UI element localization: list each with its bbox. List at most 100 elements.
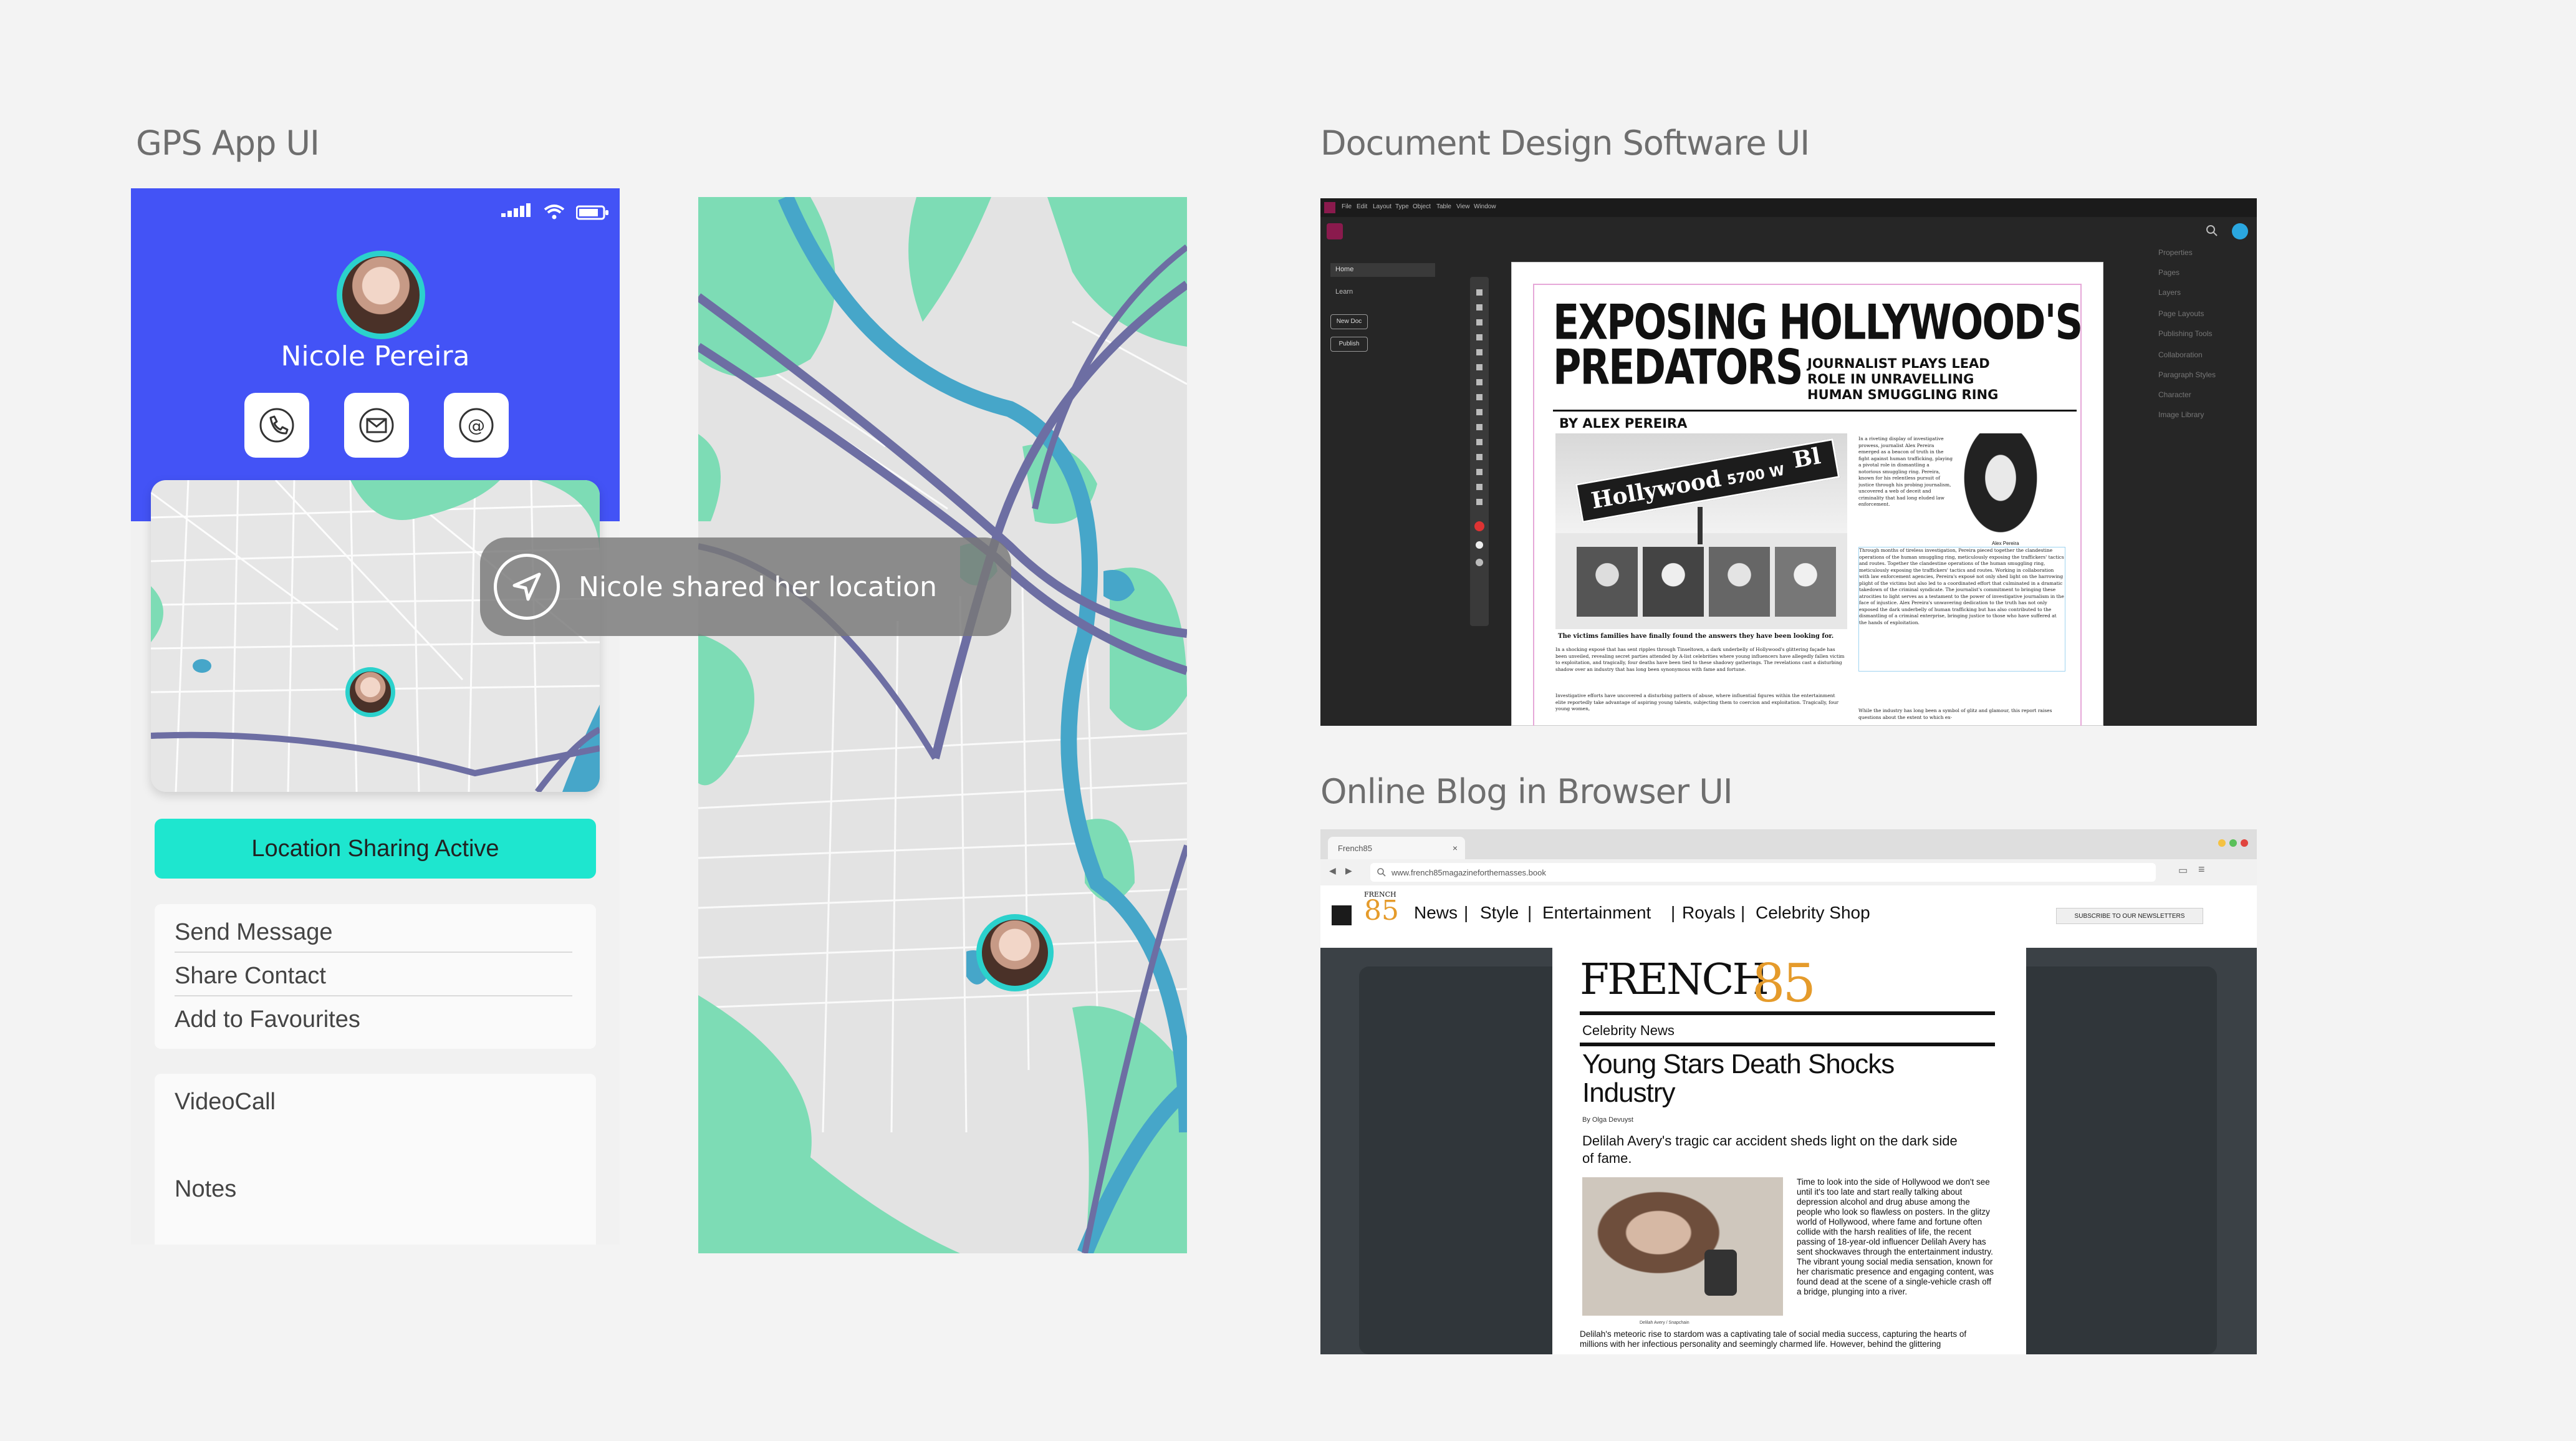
gps-section-title: GPS App UI [136,123,320,163]
nav-learn[interactable]: Learn [1335,288,1353,296]
nav-celebrity-shop[interactable]: Celebrity Shop [1756,903,1870,923]
browser-tab[interactable]: French85 × [1328,837,1465,859]
headline-rule [1553,410,2077,412]
menu-icon[interactable]: ≡ [2198,863,2205,876]
browser-window: French85 × ◀ ▶ ▭ ≡ www.french85magazinef… [1320,829,2257,1354]
article-column-top[interactable]: In a riveting display of investigative p… [1858,436,1953,544]
menu-item-videocall[interactable]: VideoCall [175,1089,276,1116]
menu-layout[interactable]: Layout [1373,203,1391,210]
panel-paragraph-styles[interactable]: Paragraph Styles [2158,370,2216,379]
blog-article: FRENCH 85 Celebrity News Young Stars Dea… [1552,943,2026,1354]
contact-avatar[interactable] [337,251,425,339]
menu-item-add-favourites[interactable]: Add to Favourites [175,1006,360,1033]
masthead-word: FRENCH [1580,955,1769,1005]
nav-news[interactable]: News [1414,903,1458,923]
minimize-window-icon[interactable] [2218,839,2226,847]
portrait-caption: Alex Pereira [1992,541,2019,546]
publish-button[interactable]: Publish [1330,337,1368,352]
app-logo-icon [1324,202,1335,213]
new-doc-button[interactable]: New Doc [1330,314,1368,329]
tools-panel [1470,277,1489,626]
menu-item-notes[interactable]: Notes [175,1176,236,1203]
status-bar [501,203,610,220]
article-column-right[interactable]: Through months of tireless investigation… [1858,547,2065,672]
article-photo[interactable] [1582,1177,1783,1316]
article-title: Young Stars Death Shocks Industry [1582,1049,1895,1108]
mini-location-map[interactable] [151,480,600,792]
close-window-icon[interactable] [2241,839,2248,847]
doc-byline: BY ALEX PEREIRA [1559,416,1688,431]
address-bar[interactable]: www.french85magazineforthemasses.book [1370,863,2156,882]
maximize-window-icon[interactable] [2229,839,2237,847]
menu-file[interactable]: File [1342,203,1352,210]
doc-deck[interactable]: JOURNALIST PLAYS LEAD ROLE IN UNRAVELLIN… [1807,356,1998,403]
article-category[interactable]: Celebrity News [1582,1023,1675,1039]
newsletter-button[interactable]: SUBSCRIBE TO OUR NEWSLETTERS [2056,908,2203,924]
back-icon[interactable]: ◀ [1329,865,1336,876]
battery-icon [576,205,608,220]
location-shared-toast[interactable]: Nicole shared her location [480,537,1011,636]
main-photo-frame[interactable]: Hollywood 5700 W Bl [1555,433,1847,629]
menu-type[interactable]: Type [1395,203,1409,210]
map-user-marker[interactable] [976,914,1054,991]
panel-collaboration[interactable]: Collaboration [2158,350,2203,359]
menu-item-share-contact[interactable]: Share Contact [175,963,326,990]
menu-divider [175,995,572,996]
hamburger-menu-icon[interactable] [1332,905,1352,925]
nav-royals[interactable]: Royals [1682,903,1736,923]
doc-headline-line2[interactable]: PREDATORS [1553,339,1804,395]
mini-map-user-marker[interactable] [345,667,395,717]
panel-character[interactable]: Character [2158,390,2191,399]
panel-properties[interactable]: Properties [2158,248,2193,257]
user-avatar[interactable] [2232,223,2248,239]
site-logo[interactable]: FRENCH 85 [1364,890,1403,925]
call-button[interactable] [244,393,309,458]
panel-layers[interactable]: Layers [2158,288,2181,297]
photo-caption: The victims families have finally found … [1558,633,1834,640]
panel-publishing-tools[interactable]: Publishing Tools [2158,329,2213,338]
panel-image-library[interactable]: Image Library [2158,410,2204,419]
article-column-left-2[interactable]: Investigative efforts have uncovered a d… [1555,693,1846,726]
search-icon[interactable] [2206,224,2218,237]
article-column-bottom-right[interactable]: While the industry has long been a symbo… [1858,708,2065,726]
menu-object[interactable]: Object [1413,203,1431,210]
nav-divider: | [1464,903,1469,922]
article-column-left[interactable]: In a shocking exposé that has sent rippl… [1555,647,1846,690]
message-button[interactable] [344,393,409,458]
nav-entertainment[interactable]: Entertainment [1542,903,1651,923]
location-sharing-button[interactable]: Location Sharing Active [155,819,596,879]
properties-panel: Properties Pages Layers Page Layouts Pub… [2150,248,2257,726]
email-button[interactable]: @ [444,393,509,458]
article-photo-caption: Delilah Avery / Snapchain [1640,1321,1689,1325]
gps-phone-screen: Nicole Pereira @ Location Sharing Active… [131,188,620,1245]
victim-photo-4 [1775,547,1836,617]
forward-icon[interactable]: ▶ [1345,865,1352,876]
close-tab-icon[interactable]: × [1453,843,1458,853]
document-design-app: File Edit Layout Type Object Table View … [1320,198,2257,726]
document-page[interactable]: EXPOSING HOLLYWOOD'S PREDATORS JOURNALIS… [1511,262,2103,726]
extensions-icon[interactable]: ▭ [2178,864,2188,877]
category-rule [1580,1043,1995,1046]
sign-pole [1698,507,1703,544]
full-map-graphic [698,197,1187,1253]
phone-icon [259,408,294,443]
address-search-icon [1377,868,1386,877]
menu-table[interactable]: Table [1436,203,1451,210]
menu-window[interactable]: Window [1474,203,1496,210]
panel-page-layouts[interactable]: Page Layouts [2158,309,2204,318]
panel-pages[interactable]: Pages [2158,268,2180,277]
full-location-map[interactable] [698,197,1187,1253]
navigation-arrow-icon [494,554,560,620]
home-icon[interactable] [1327,223,1343,239]
contact-actions-menu: Send Message Share Contact Add to Favour… [155,904,596,1049]
menu-item-send-message[interactable]: Send Message [175,919,333,946]
menu-view[interactable]: View [1456,203,1470,210]
envelope-icon [359,408,394,443]
doc-section-title: Document Design Software UI [1320,123,1810,163]
contact-name: Nicole Pereira [281,340,470,372]
nav-divider: | [1741,903,1746,922]
nav-home[interactable]: Home [1330,263,1435,277]
menu-edit[interactable]: Edit [1357,203,1367,210]
author-portrait[interactable] [1959,433,2042,539]
nav-style[interactable]: Style [1480,903,1519,923]
